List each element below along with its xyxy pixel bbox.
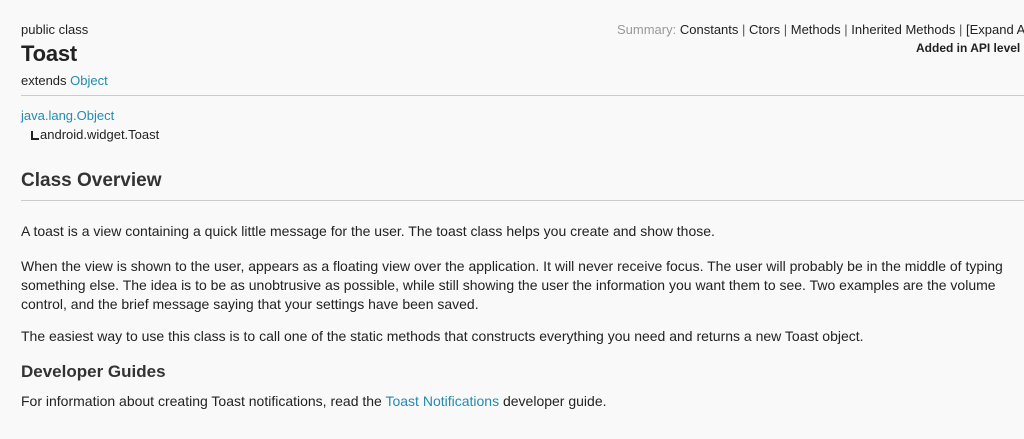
summary-constants-link[interactable]: Constants: [680, 22, 739, 37]
summary-separator: |: [742, 22, 746, 37]
summary-separator: |: [783, 22, 788, 37]
page-title: Toast: [21, 41, 78, 66]
overview-paragraph: When the view is shown to the user, appe…: [21, 258, 1003, 312]
extends-line: extends Object: [21, 73, 108, 88]
summary-label: Summary:: [617, 22, 677, 37]
developer-guides-heading: Developer Guides: [21, 362, 166, 381]
guides-text-before: For information about creating Toast not…: [21, 393, 386, 409]
summary-methods-link[interactable]: Methods: [791, 22, 841, 37]
summary-separator: |: [844, 22, 848, 37]
api-level-badge: Added in API level 1: [916, 41, 1024, 55]
toast-notifications-link[interactable]: Toast Notifications: [385, 393, 499, 409]
developer-guides-paragraph: For information about creating Toast not…: [21, 392, 1011, 411]
hierarchy-child-label: android.widget.Toast: [40, 127, 160, 142]
extends-label: extends: [21, 73, 67, 88]
java-lang-object-link[interactable]: java.lang.Object: [21, 108, 114, 123]
class-modifiers: public class: [21, 22, 89, 37]
inheritance-arrow-icon: [31, 131, 39, 140]
expand-all-link[interactable]: [Expand All]: [966, 22, 1024, 37]
summary-inherited-methods-link[interactable]: Inherited Methods: [851, 22, 955, 37]
class-overview-heading: Class Overview: [21, 170, 162, 191]
hierarchy-child: android.widget.Toast: [31, 127, 159, 142]
summary-nav: Summary: Constants | Ctors | Methods | I…: [617, 22, 1024, 37]
overview-paragraph: A toast is a view containing a quick lit…: [21, 223, 715, 239]
summary-ctors-link[interactable]: Ctors: [749, 22, 780, 37]
overview-divider: [21, 200, 1024, 201]
summary-separator: |: [958, 22, 963, 37]
header-divider: [21, 95, 1024, 96]
hierarchy-root: java.lang.Object: [21, 108, 114, 123]
overview-paragraph: The easiest way to use this class is to …: [21, 328, 864, 344]
extends-object-link[interactable]: Object: [70, 73, 108, 88]
guides-text-after: developer guide.: [499, 393, 607, 409]
